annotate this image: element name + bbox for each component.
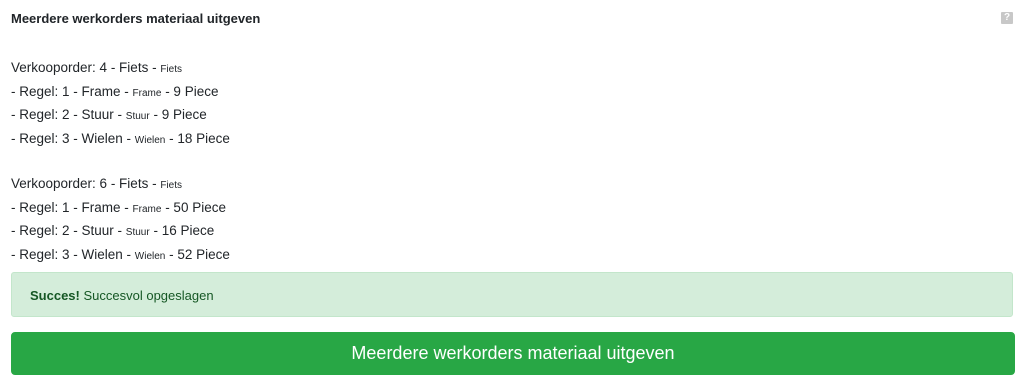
order-line: - Regel: 1 - Frame - Frame - 50 Piece — [11, 199, 226, 215]
order-subtitle: Fiets — [160, 64, 182, 75]
issue-material-button[interactable]: Meerdere werkorders materiaal uitgeven — [11, 332, 1015, 375]
order-line: - Regel: 3 - Wielen - Wielen - 52 Piece — [11, 246, 230, 262]
sales-order: Verkooporder: 4 - Fiets - Fiets - Regel:… — [11, 57, 1013, 152]
order-line: - Regel: 3 - Wielen - Wielen - 18 Piece — [11, 131, 230, 147]
help-icon[interactable]: ? — [1001, 12, 1013, 24]
alert-strong: Succes! — [30, 288, 80, 303]
order-subtitle: Fiets — [160, 179, 182, 191]
order-line: - Regel: 1 - Frame - Frame - 9 Piece — [11, 83, 219, 99]
order-list: Verkooporder: 4 - Fiets - Fiets - Regel:… — [11, 57, 1013, 289]
order-line: - Regel: 2 - Stuur - Stuur - 16 Piece — [11, 223, 215, 239]
page-title: Meerdere werkorders materiaal uitgeven — [11, 11, 261, 26]
order-heading: Verkooporder: 4 - Fiets - Fiets — [11, 60, 182, 75]
order-line: - Regel: 2 - Stuur - Stuur - 9 Piece — [11, 107, 207, 123]
alert-message: Succesvol opgeslagen — [79, 288, 214, 303]
page-header: Meerdere werkorders materiaal uitgeven ? — [11, 10, 1013, 28]
success-alert: Succes! Succesvol opgeslagen — [11, 272, 1013, 317]
sales-order: Verkooporder: 6 - Fiets - Fiets - Regel:… — [11, 173, 1013, 268]
order-heading: Verkooporder: 6 - Fiets - Fiets — [11, 175, 182, 191]
